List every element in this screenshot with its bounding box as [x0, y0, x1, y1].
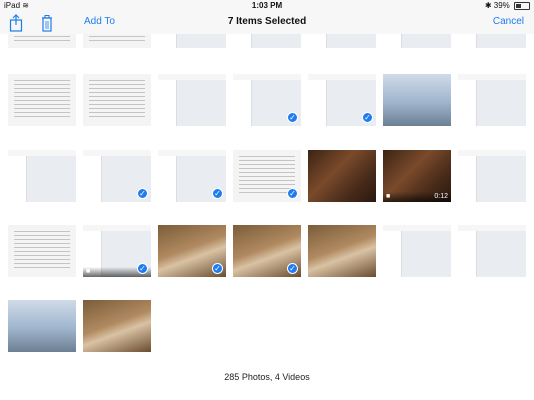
video-camera-icon: ■ [386, 193, 391, 200]
library-count: 285 Photos, 4 Videos [224, 372, 310, 382]
photo-thumbnail[interactable] [383, 225, 451, 277]
selected-checkmark-icon: ✓ [212, 263, 223, 274]
selected-checkmark-icon: ✓ [137, 263, 148, 274]
photo-thumbnail[interactable] [308, 150, 376, 202]
photo-thumbnail[interactable]: ✓ [233, 150, 301, 202]
selected-checkmark-icon: ✓ [287, 188, 298, 199]
selected-checkmark-icon: ✓ [212, 188, 223, 199]
selected-checkmark-icon: ✓ [287, 263, 298, 274]
photo-thumbnail[interactable]: ✓ [83, 150, 151, 202]
photo-thumbnail[interactable] [8, 150, 76, 202]
photo-thumbnail[interactable] [458, 150, 526, 202]
video-duration: 0:12 [434, 193, 448, 200]
photo-grid: ✓ ✓ ✓ ✓ ✓ ■ 0:12 ■ ✓ ✓ ✓ [0, 0, 534, 360]
photo-thumbnail[interactable] [8, 225, 76, 277]
photo-thumbnail[interactable]: ■ ✓ [83, 225, 151, 277]
status-right: ✱ 39% [485, 1, 530, 10]
video-camera-icon: ■ [86, 268, 91, 275]
selected-checkmark-icon: ✓ [287, 112, 298, 123]
selection-title: 7 Items Selected [227, 16, 307, 27]
bluetooth-icon: ✱ [484, 1, 492, 10]
battery-icon [514, 1, 530, 10]
photo-thumbnail[interactable]: ✓ [233, 74, 301, 126]
selected-checkmark-icon: ✓ [137, 188, 148, 199]
video-badge: ■ 0:12 [383, 192, 451, 202]
photo-thumbnail[interactable] [458, 74, 526, 126]
photo-thumbnail[interactable] [158, 74, 226, 126]
photo-thumbnail[interactable] [8, 74, 76, 126]
status-time: 1:03 PM [251, 1, 283, 10]
photo-thumbnail[interactable] [8, 300, 76, 352]
photo-thumbnail[interactable] [383, 74, 451, 126]
selected-checkmark-icon: ✓ [362, 112, 373, 123]
photo-thumbnail[interactable] [308, 225, 376, 277]
status-bar: iPad ≋ 1:03 PM ✱ 39% [0, 0, 534, 12]
photo-thumbnail[interactable]: ✓ [158, 225, 226, 277]
photo-thumbnail[interactable] [83, 300, 151, 352]
photo-thumbnail[interactable]: ✓ [158, 150, 226, 202]
photo-thumbnail[interactable]: ■ 0:12 [383, 150, 451, 202]
battery-percent: 39% [493, 1, 510, 10]
photo-thumbnail[interactable]: ✓ [233, 225, 301, 277]
navigation-bar: Add To 7 Items Selected Cancel [0, 12, 534, 34]
photo-thumbnail[interactable] [83, 74, 151, 126]
photo-thumbnail[interactable] [458, 225, 526, 277]
photo-thumbnail[interactable]: ✓ [308, 74, 376, 126]
cancel-button[interactable]: Cancel [493, 16, 524, 27]
